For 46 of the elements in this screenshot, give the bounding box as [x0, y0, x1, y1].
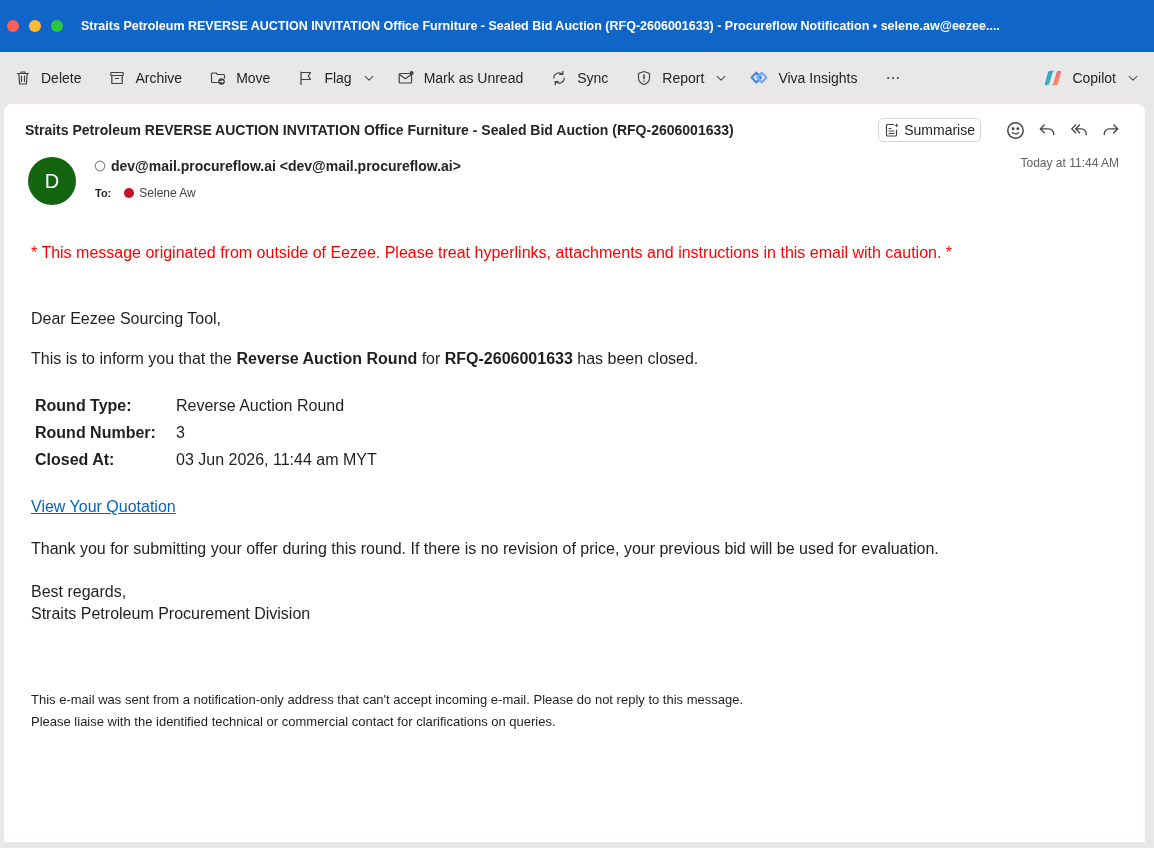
detail-label: Round Type:: [35, 396, 132, 414]
greeting-text: Dear Eezee Sourcing Tool,: [31, 309, 223, 329]
quotation-link[interactable]: View Your Quotation: [31, 496, 176, 518]
sender-address[interactable]: dev@mail.procureflow.ai <dev@mail.procureflow.ai>: [111, 155, 461, 177]
closing-text: Best regards,: [31, 582, 128, 602]
thanks-text: Thank you for submitting your offer during this round. If there is no revision of price, your previous bid will be used for evaluation.: [31, 539, 940, 559]
toolbar-button[interactable]: Report: [628, 62, 713, 94]
sync-icon: [551, 70, 568, 86]
folder-arrow-icon: [210, 70, 227, 86]
toolbar-button[interactable]: Delete: [7, 62, 90, 94]
toolbar-button[interactable]: Sync: [543, 62, 617, 94]
sender-avatar: D: [28, 157, 76, 205]
window-title: Straits Petroleum REVERSE AUCTION INVITATION Office Furniture - Sealed Bid Auction (RFQ-2606001633) - Procureflow Notification • selene.aw@eezee....: [81, 17, 1000, 35]
detail-label: Round Number:: [35, 423, 156, 441]
toolbar-button[interactable]: Copilot: [1036, 62, 1124, 94]
presence-ring-icon: [94, 160, 106, 172]
email-subject: Straits Petroleum REVERSE AUCTION INVITATION Office Furniture - Sealed Bid Auction (RFQ-2606001633): [25, 120, 734, 140]
envelope-icon: [397, 70, 414, 86]
summarise-button[interactable]: Summarise: [878, 118, 981, 142]
close-window-button[interactable]: [7, 20, 19, 32]
toolbar-button[interactable]: Viva Insights: [742, 62, 866, 94]
minimize-window-button[interactable]: [29, 20, 41, 32]
footer-note: Please liaise with the identified technical or commercial contact for clarifications on queries.: [31, 713, 557, 731]
detail-label: Closed At:: [35, 450, 115, 468]
detail-value: 3: [176, 422, 185, 443]
sparkle-list-icon: [884, 122, 901, 138]
toolbar-button[interactable]: Mark as Unread: [389, 62, 532, 94]
shield-icon: [636, 70, 653, 86]
diamonds-icon: [750, 69, 769, 87]
smiley-icon: [1005, 120, 1025, 140]
detail-value: Reverse Auction Round: [176, 395, 345, 416]
signature-text: Straits Petroleum Procurement Division: [31, 604, 312, 624]
archive-icon: [109, 70, 126, 86]
to-label: To:: [95, 185, 112, 201]
trash-icon: [15, 70, 31, 86]
toolbar-button[interactable]: Flag: [290, 62, 360, 94]
toolbar-button[interactable]: Archive: [101, 62, 191, 94]
intro-text: This is to inform you that the Reverse Auction Round for RFQ-2606001633 has been closed.: [31, 349, 700, 369]
recipient-name[interactable]: Selene Aw: [139, 184, 196, 202]
zoom-window-button[interactable]: [51, 20, 63, 32]
external-warning: * This message originated from outside of Eezee. Please treat hyperlinks, attachments and instructions in this email with caution. *: [31, 243, 954, 263]
sent-date: Today at 11:44 AM: [1020, 156, 1119, 170]
gradient-logo-icon: [1044, 69, 1063, 87]
footer-note: This e-mail was sent from a notification-only address that can't accept incoming e-mail. Please do not reply to this message.: [31, 691, 745, 709]
toolbar-button[interactable]: Move: [202, 62, 279, 94]
detail-value: 03 Jun 2026, 11:44 am MYT: [176, 449, 377, 470]
